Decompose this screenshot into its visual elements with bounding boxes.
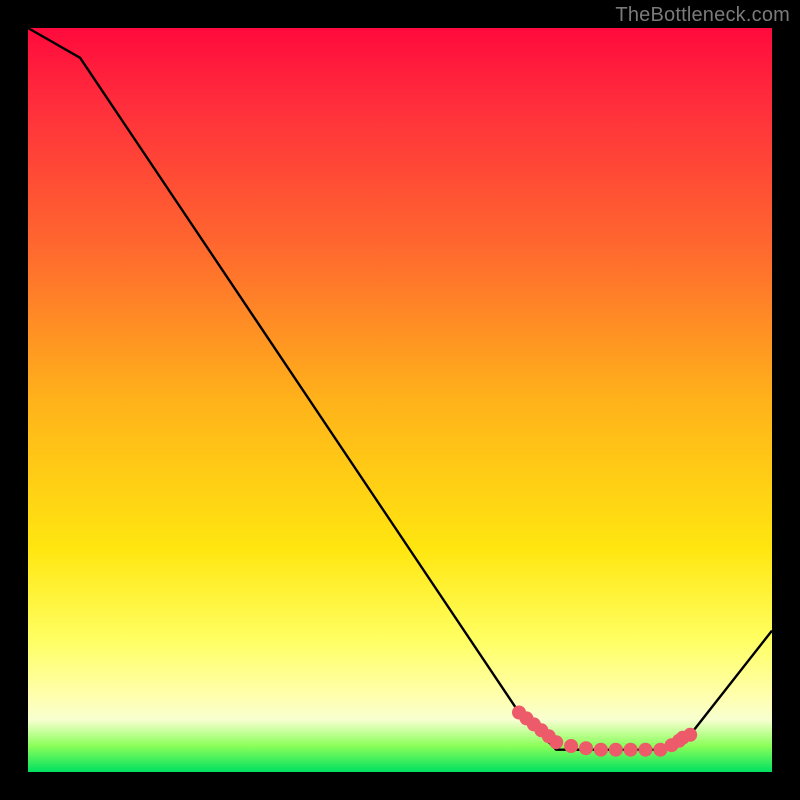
chart-frame: TheBottleneck.com xyxy=(0,0,800,800)
plot-area xyxy=(28,28,772,772)
curve-line xyxy=(28,28,772,750)
marker-dot xyxy=(639,743,653,757)
marker-dot xyxy=(564,739,578,753)
marker-dot xyxy=(609,743,623,757)
attribution-text: TheBottleneck.com xyxy=(615,4,790,27)
marker-dot xyxy=(549,735,563,749)
marker-dot xyxy=(683,728,697,742)
marker-dot xyxy=(579,741,593,755)
chart-svg xyxy=(28,28,772,772)
marker-dot xyxy=(624,743,638,757)
marker-dot xyxy=(594,743,608,757)
marker-dots xyxy=(512,706,697,757)
